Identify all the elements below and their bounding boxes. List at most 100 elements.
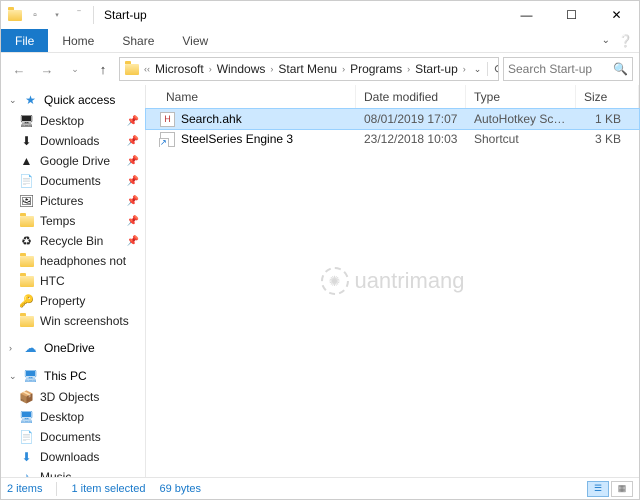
status-count: 2 items (7, 483, 42, 495)
file-row[interactable]: HSearch.ahk08/01/2019 17:07AutoHotkey Sc… (146, 109, 639, 129)
col-name[interactable]: Name (146, 85, 356, 108)
refresh-icon[interactable]: ⟳ (487, 62, 499, 76)
sidebar-item[interactable]: 🖼Pictures📌 (1, 191, 145, 211)
cloud-icon: ☁ (23, 341, 38, 356)
tab-file[interactable]: File (1, 29, 48, 52)
properties-icon[interactable]: ▫ (27, 7, 43, 23)
folder-icon (122, 64, 142, 75)
downloads-icon: ⬇ (19, 450, 34, 465)
ribbon: File Home Share View ⌄ ❔ (1, 29, 639, 53)
sidebar-quick-access[interactable]: ⌄ ★ Quick access (1, 89, 145, 111)
crumb[interactable]: Microsoft (152, 62, 207, 76)
crumb[interactable]: Start Menu (275, 62, 340, 76)
up-button[interactable]: ↑ (91, 57, 115, 81)
chevron-icon[interactable]: › (461, 64, 468, 74)
sidebar-item[interactable]: ⬇Downloads (1, 447, 145, 467)
address-dropdown-icon[interactable]: ⌄ (468, 64, 488, 75)
watermark: ✺ uantrimang (320, 267, 464, 295)
documents-icon: 📄 (19, 430, 34, 445)
close-button[interactable]: ✕ (594, 1, 639, 29)
folder-icon (19, 254, 34, 269)
sidebar-item-label: Google Drive (40, 154, 110, 168)
navigation-pane: ⌄ ★ Quick access 🖥Desktop📌⬇Downloads📌▲Go… (1, 85, 146, 477)
file-list-pane: Name Date modified Type Size HSearch.ahk… (146, 85, 639, 477)
crumb[interactable]: Start-up (412, 62, 461, 76)
sidebar-item-label: Documents (40, 174, 101, 188)
view-details-button[interactable]: ☰ (587, 481, 609, 497)
sidebar-item-label: Property (40, 294, 85, 308)
chevron-icon[interactable]: › (405, 64, 412, 74)
sidebar-item[interactable]: 📄Documents📌 (1, 171, 145, 191)
chevron-icon[interactable]: › (207, 64, 214, 74)
sidebar-item[interactable]: Win screenshots (1, 311, 145, 331)
caret-right-icon[interactable]: › (9, 343, 17, 353)
file-row[interactable]: SteelSeries Engine 323/12/2018 10:03Shor… (146, 129, 639, 149)
sidebar-item[interactable]: 📄Documents (1, 427, 145, 447)
view-icons-button[interactable]: ▦ (611, 481, 633, 497)
qat-overflow-icon[interactable]: ‾ (71, 7, 87, 23)
column-headers: Name Date modified Type Size (146, 85, 639, 109)
sidebar-item[interactable]: ▲ Google Drive 📌 (1, 151, 145, 171)
sidebar-onedrive[interactable]: › ☁ OneDrive (1, 337, 145, 359)
back-button[interactable]: ← (7, 57, 31, 81)
sidebar-item-label: Temps (40, 214, 75, 228)
search-input[interactable]: Search Start-up 🔍 (503, 57, 633, 81)
sidebar-item[interactable]: 📦3D Objects (1, 387, 145, 407)
maximize-button[interactable]: ☐ (549, 1, 594, 29)
sidebar-item[interactable]: ⬇ Downloads 📌 (1, 131, 145, 151)
pin-icon: 📌 (127, 176, 139, 187)
file-size: 1 KB (576, 112, 639, 126)
pin-icon: 📌 (127, 136, 139, 147)
search-icon: 🔍 (613, 62, 628, 76)
chevron-icon[interactable]: ‹‹ (142, 64, 152, 74)
caret-down-icon[interactable]: ⌄ (9, 371, 17, 382)
chevron-icon[interactable]: › (340, 64, 347, 74)
sidebar-item[interactable]: headphones not (1, 251, 145, 271)
status-size: 69 bytes (159, 483, 201, 495)
sidebar-item[interactable]: ♪Music (1, 467, 145, 477)
caret-down-icon[interactable]: ⌄ (9, 95, 17, 106)
col-type[interactable]: Type (466, 85, 576, 108)
sidebar-item[interactable]: 🖥Desktop (1, 407, 145, 427)
desktop-icon: 🖥 (19, 114, 34, 129)
sidebar-item[interactable]: HTC (1, 271, 145, 291)
recent-dropdown-icon[interactable]: ⌄ (63, 57, 87, 81)
tab-share[interactable]: Share (108, 29, 168, 52)
help-icon[interactable]: ❔ (618, 34, 633, 48)
breadcrumb[interactable]: ‹‹ Microsoft › Windows › Start Menu › Pr… (119, 57, 499, 81)
sidebar-item-label: headphones not (40, 254, 126, 268)
pin-icon: 📌 (127, 116, 139, 127)
app-icon (7, 7, 23, 23)
tab-home[interactable]: Home (48, 29, 108, 52)
folder-icon (19, 314, 34, 329)
qat-dropdown-icon[interactable]: ▾ (49, 7, 65, 23)
quick-access-toolbar: ▫ ▾ ‾ (27, 7, 87, 23)
chevron-icon[interactable]: › (268, 64, 275, 74)
sidebar-item[interactable]: ♻Recycle Bin📌 (1, 231, 145, 251)
sidebar-item[interactable]: 🖥Desktop📌 (1, 111, 145, 131)
tab-view[interactable]: View (168, 29, 222, 52)
file-name: Search.ahk (181, 112, 242, 126)
sidebar-item[interactable]: 🔑Property (1, 291, 145, 311)
downloads-icon: ⬇ (19, 134, 34, 149)
sidebar-item[interactable]: Temps📌 (1, 211, 145, 231)
search-placeholder: Search Start-up (508, 62, 592, 76)
file-size: 3 KB (576, 132, 639, 146)
minimize-button[interactable]: — (504, 1, 549, 29)
title-bar: ▫ ▾ ‾ Start-up — ☐ ✕ (1, 1, 639, 29)
file-type: AutoHotkey Script (466, 112, 576, 126)
sidebar-this-pc[interactable]: ⌄ 🖥 This PC (1, 365, 145, 387)
sidebar-item-label: Pictures (40, 194, 83, 208)
gdrive-icon: ▲ (19, 154, 34, 169)
ribbon-expand-icon[interactable]: ⌄ (602, 35, 610, 46)
pictures-icon: 🖼 (19, 194, 34, 209)
crumb[interactable]: Programs (347, 62, 405, 76)
col-date[interactable]: Date modified (356, 85, 466, 108)
pin-icon: 📌 (127, 156, 139, 167)
col-size[interactable]: Size (576, 85, 639, 108)
forward-button[interactable]: → (35, 57, 59, 81)
file-date: 08/01/2019 17:07 (356, 112, 466, 126)
crumb[interactable]: Windows (214, 62, 269, 76)
sidebar-item-label: Recycle Bin (40, 234, 103, 248)
sidebar-item-label: Downloads (40, 134, 99, 148)
